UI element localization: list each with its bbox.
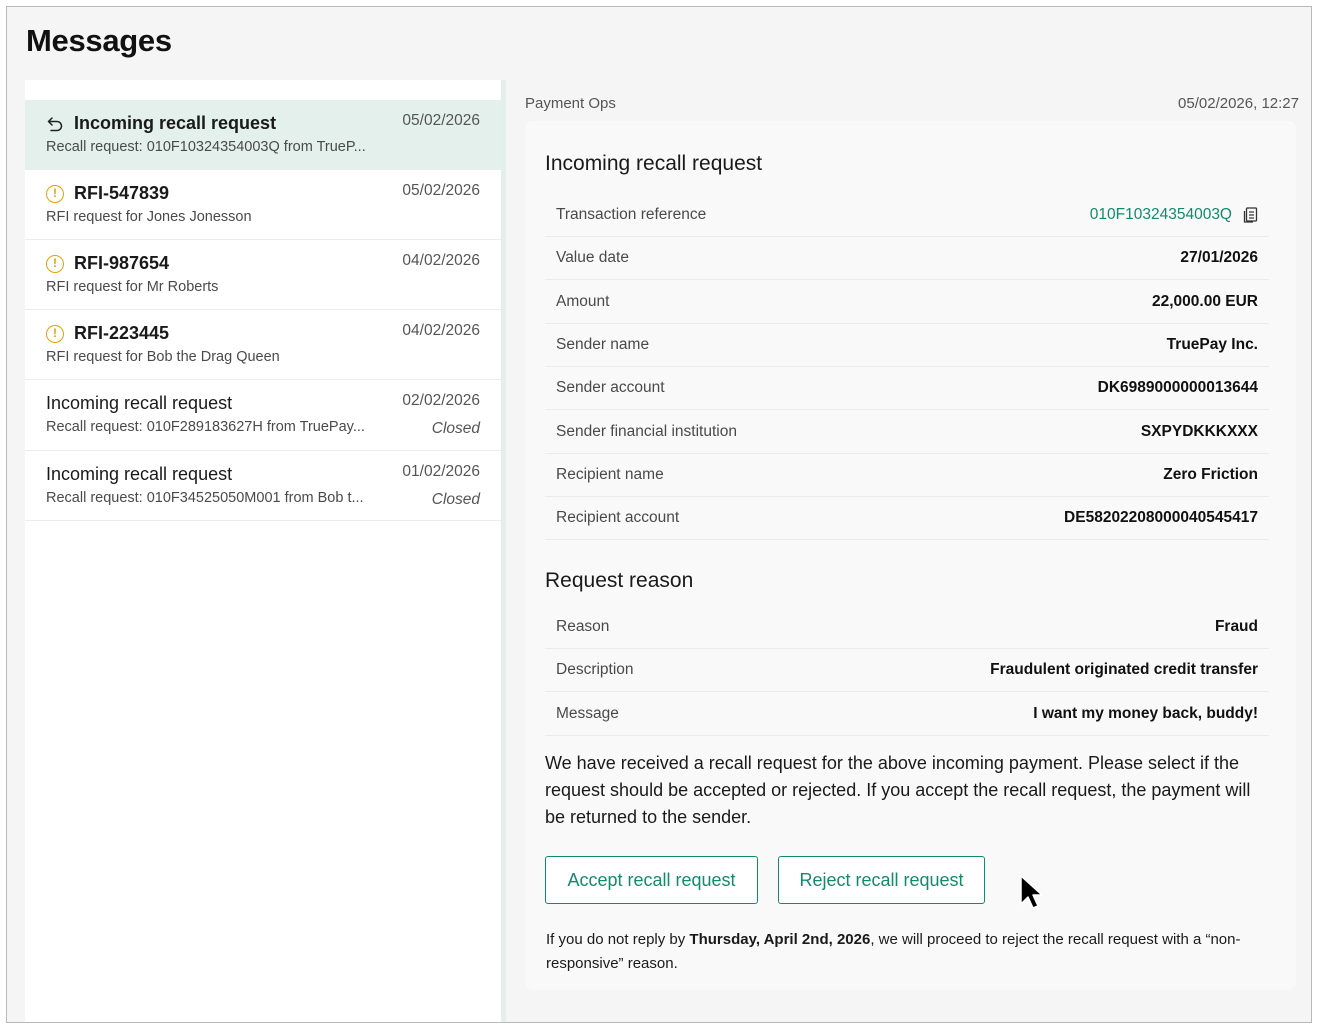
field-value-text: 22,000.00 EUR [1152,292,1258,310]
message-date: 01/02/2026 [402,463,480,480]
field-label: Transaction reference [556,206,707,223]
message-status: Closed [431,420,480,437]
field-value-text: DK6989000000013644 [1097,379,1258,397]
field-label: Recipient name [556,465,664,483]
field-label: Message [556,704,619,722]
detail-field-row: Description Fraudulent originated credit … [545,649,1269,693]
page-title: Messages [26,23,172,58]
field-value: SXPYDKKKXXX [1141,423,1258,441]
undo-icon [47,116,63,131]
message-title: Incoming recall request [46,464,232,485]
message-title-text: RFI-223445 [74,323,170,343]
warning-icon: ! [46,184,64,203]
message-subtitle: RFI request for Jones Jonesson [46,209,252,225]
field-label: Reason [556,618,610,635]
field-value: DE58202208000040545417 [1064,509,1258,527]
field-value: DK6989000000013644 [1098,379,1258,397]
message-list-item[interactable]: ! RFI-547839 RFI request for Jones Jonesso… [25,170,501,240]
message-title-text: RFI-547839 [74,183,170,203]
message-title-text: Incoming recall request [46,393,233,413]
transaction-reference-link[interactable]: 010F10324354003Q [1090,206,1258,224]
field-value-text: 010F10324354003Q [1089,206,1232,223]
message-date: 04/02/2026 [402,252,480,269]
detail-field-row: Value date 27/01/2026 [545,237,1269,281]
detail-field-row: Sender financial institution SXPYDKKKXXX [545,411,1269,454]
field-value-text: DE58202208000040545417 [1064,509,1258,527]
message-title: ! RFI-223445 [46,323,169,344]
message-list: Incoming recall request Recall request: 0… [25,80,501,1022]
message-subtitle: RFI request for Bob the Drag Queen [46,349,280,365]
message-subtitle: RFI request for Mr Roberts [46,279,219,295]
field-value: I want my money back, buddy! [1033,705,1258,723]
deadline-note: If you do not reply by Thursday, April 2… [546,928,1281,976]
message-list-item[interactable]: Incoming recall request Recall request: 0… [25,100,501,170]
field-value: TruePay Inc. [1167,336,1258,354]
warning-icon: ! [46,254,64,273]
message-status: Closed [431,491,480,508]
detail-field-row: Sender account DK6989000000013644 [545,367,1269,411]
mouse-pointer-icon [1020,875,1043,909]
message-list-item[interactable]: Incoming recall request Recall request: 0… [25,380,501,451]
message-title-text: RFI-987654 [74,253,170,273]
message-list-item[interactable]: Incoming recall request Recall request: 0… [25,451,501,521]
message-title-text: Incoming recall request [74,113,277,133]
field-value-text: Fraud [1214,618,1258,635]
field-value: Zero Friction [1163,466,1258,484]
warning-icon: ! [46,324,64,343]
field-label: Description [556,661,634,679]
message-title: Incoming recall request [46,393,232,414]
accept-recall-button[interactable]: Accept recall request [545,856,758,904]
message-subtitle: Recall request: 010F289183627H from True… [46,419,365,435]
detail-card: Incoming recall request Transaction refe… [525,121,1296,990]
message-date: 05/02/2026 [402,112,480,129]
field-value-text: SXPYDKKKXXX [1140,422,1258,440]
field-value-text: TruePay Inc. [1166,335,1258,353]
message-list-item[interactable]: ! RFI-223445 RFI request for Bob the Drag … [25,310,501,380]
detail-timestamp: 05/02/2026, 12:27 [1178,95,1299,112]
detail-field-row: Recipient name Zero Friction [545,454,1269,497]
message-title: ! RFI-547839 [46,183,169,204]
detail-team: Payment Ops [525,95,616,112]
field-value: 27/01/2026 [1180,249,1258,267]
field-value-text: 27/01/2026 [1180,249,1258,267]
pane-divider[interactable] [501,80,506,1022]
note-prefix: If you do not reply by [546,931,690,948]
field-value-text: I want my money back, buddy! [1033,704,1258,722]
message-date: 04/02/2026 [402,322,480,339]
message-title-text: Incoming recall request [46,464,233,484]
message-subtitle: Recall request: 010F34525050M001 from Bo… [46,490,364,506]
detail-field-row: Amount 22,000.00 EUR [545,281,1269,324]
detail-field-row: Message I want my money back, buddy! [545,693,1269,736]
field-value: Fraudulent originated credit transfer [990,661,1258,679]
copy-icon[interactable] [1243,207,1258,223]
message-date: 05/02/2026 [402,182,480,199]
detail-heading: Incoming recall request [545,152,763,175]
message-subtitle: Recall request: 010F10324354003Q from Tr… [46,139,366,155]
detail-field-row: Transaction reference 010F10324354003Q [545,194,1269,237]
field-value: 22,000.00 EUR [1152,293,1258,311]
detail-field-row: Recipient account DE58202208000040545417 [545,497,1269,541]
field-label: Amount [556,292,610,310]
message-list-item[interactable]: ! RFI-987654 RFI request for Mr Roberts 04/… [25,240,501,310]
field-label: Value date [556,249,629,267]
reason-heading: Request reason [545,569,694,592]
message-title: ! RFI-987654 [46,253,169,274]
message-title: Incoming recall request [46,113,276,134]
message-date: 02/02/2026 [402,392,480,409]
field-value-text: Zero Friction [1163,465,1258,483]
field-label: Recipient account [556,509,680,527]
field-label: Sender account [556,379,665,397]
reject-recall-button[interactable]: Reject recall request [778,856,985,904]
detail-field-row: Sender name TruePay Inc. [545,324,1269,367]
field-value: Fraud [1215,618,1258,636]
detail-field-row: Reason Fraud [545,606,1269,649]
field-value-text: Fraudulent originated credit transfer [990,661,1258,679]
instruction-text: We have received a recall request for th… [545,753,1251,827]
field-label: Sender name [556,335,650,353]
field-label: Sender financial institution [556,422,737,440]
note-deadline: Thursday, April 2nd, 2026 [689,931,871,948]
